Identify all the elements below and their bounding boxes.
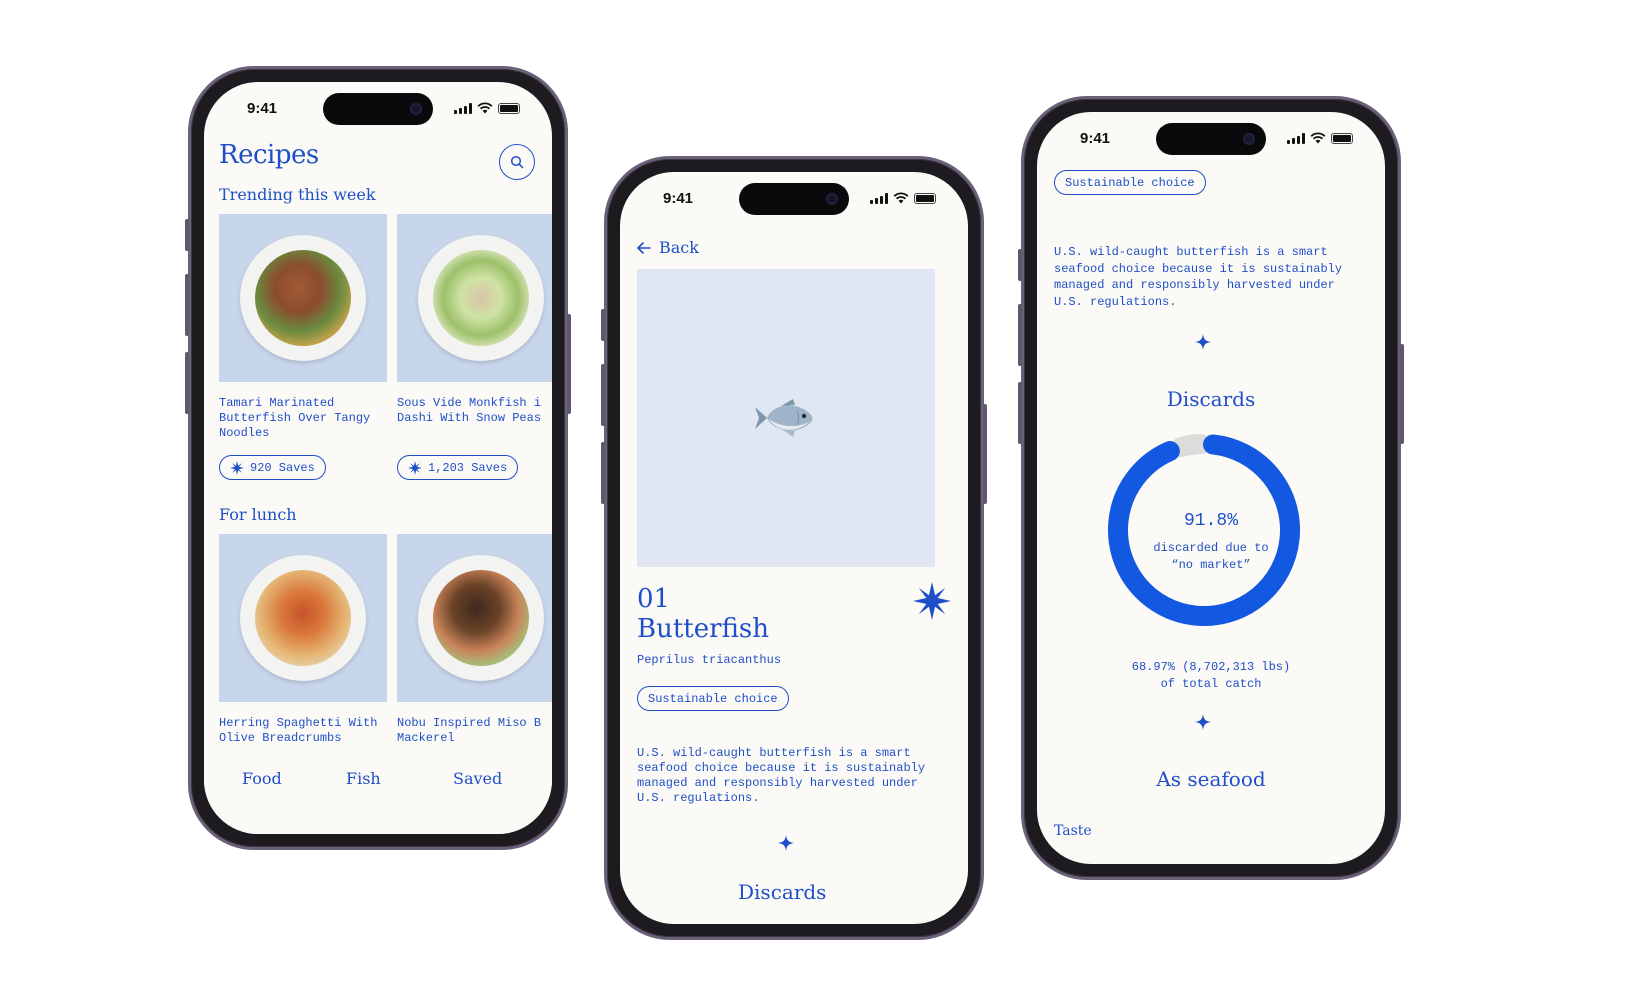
total-catch: 68.97% (8,702,313 lbs) of total catch	[1037, 659, 1385, 693]
section-heading-lunch: For lunch	[219, 505, 297, 524]
battery-icon	[1331, 132, 1353, 144]
discard-percent: 91.8%	[1183, 511, 1238, 531]
recipe-name: Herring Spaghetti With Olive Breadcrumbs	[219, 716, 378, 745]
wifi-icon	[893, 192, 909, 204]
battery-icon	[914, 192, 936, 204]
dynamic-island	[1156, 123, 1266, 155]
section-heading-trending: Trending this week	[219, 185, 376, 204]
recipe-card[interactable]: Tamari Marinated Butterfish Over Tangy N…	[219, 214, 387, 441]
discards-screen: 9:41 Sustainable choice U.S. wild-caught…	[1037, 112, 1385, 864]
arrow-left-icon	[637, 241, 651, 254]
recipe-card[interactable]: Herring Spaghetti With Olive Breadcrumbs	[219, 534, 387, 746]
phone-discards: 9:41 Sustainable choice U.S. wild-caught…	[1018, 96, 1404, 880]
discards-heading-partial: Discards	[738, 880, 827, 904]
fish-description: U.S. wild-caught butterfish is a smart s…	[637, 746, 926, 805]
dynamic-island	[323, 93, 433, 125]
phone-fish-detail: 9:41 Back 01 Butterfish Peprilus triacan…	[601, 156, 987, 940]
starburst-icon	[408, 460, 422, 475]
saves-button[interactable]: 1,203 Saves	[397, 455, 519, 480]
fish-description: U.S. wild-caught butterfish is a smart s…	[1054, 245, 1343, 309]
tab-food[interactable]: Food	[242, 769, 282, 788]
phone-recipes: 9:41 Recipes Trending this week Tamari M…	[185, 66, 571, 850]
search-icon	[510, 155, 524, 169]
saves-count: 1,203 Saves	[428, 460, 508, 475]
sustainable-badge: Sustainable choice	[1054, 170, 1206, 195]
fish-name: Butterfish	[637, 614, 769, 644]
signal-icon	[870, 192, 888, 204]
discard-caption-line-2: “no market”	[1171, 558, 1251, 572]
sparkle-icon	[1195, 334, 1211, 350]
tab-fish[interactable]: Fish	[346, 769, 381, 788]
status-time: 9:41	[663, 190, 694, 207]
sustainable-badge: Sustainable choice	[637, 686, 789, 711]
discard-caption-line-1: discarded due to	[1153, 541, 1269, 555]
status-time: 9:41	[247, 100, 278, 117]
saves-count: 920 Saves	[250, 460, 315, 475]
discard-caption: discarded due to “no market”	[1037, 540, 1385, 574]
recipe-image	[397, 534, 552, 702]
search-button[interactable]	[499, 144, 535, 180]
page-title: Recipes	[219, 140, 319, 170]
back-button[interactable]: Back	[637, 238, 699, 257]
discards-heading: Discards	[1166, 387, 1256, 411]
tab-bar: Food Fish Saved	[204, 754, 552, 834]
status-icons	[454, 102, 520, 114]
recipe-image	[219, 214, 387, 382]
recipe-name: Nobu Inspired Miso B Mackerel	[397, 716, 542, 745]
recipe-card[interactable]: Sous Vide Monkfish i Dashi With Snow Pea…	[397, 214, 552, 426]
battery-icon	[498, 102, 520, 114]
recipe-name: Sous Vide Monkfish i Dashi With Snow Pea…	[397, 396, 542, 425]
saves-button[interactable]: 920 Saves	[219, 455, 326, 480]
sparkle-icon	[1195, 714, 1211, 730]
total-catch-line-1: 68.97% (8,702,313 lbs)	[1131, 660, 1291, 674]
starburst-icon	[913, 582, 951, 620]
starburst-icon	[230, 460, 244, 475]
recipe-card[interactable]: Nobu Inspired Miso B Mackerel	[397, 534, 552, 746]
wifi-icon	[477, 102, 493, 114]
signal-icon	[454, 102, 472, 114]
status-icons	[1287, 132, 1353, 144]
tab-saved[interactable]: Saved	[453, 769, 502, 788]
status-time: 9:41	[1080, 130, 1111, 147]
fish-image	[637, 269, 935, 567]
fish-detail-screen: 9:41 Back 01 Butterfish Peprilus triacan…	[620, 172, 968, 924]
back-label: Back	[659, 238, 699, 257]
recipe-name: Tamari Marinated Butterfish Over Tangy N…	[219, 396, 371, 440]
butterfish-illustration	[755, 399, 813, 437]
taste-label: Taste	[1054, 823, 1092, 839]
recipe-image	[397, 214, 552, 382]
signal-icon	[1287, 132, 1305, 144]
status-icons	[870, 192, 936, 204]
sparkle-icon	[778, 835, 794, 851]
recipe-image	[219, 534, 387, 702]
wifi-icon	[1310, 132, 1326, 144]
fish-number: 01	[637, 584, 671, 614]
dynamic-island	[739, 183, 849, 215]
scientific-name: Peprilus triacanthus	[637, 653, 782, 667]
as-seafood-heading: As seafood	[1156, 767, 1266, 791]
recipes-screen: 9:41 Recipes Trending this week Tamari M…	[204, 82, 552, 834]
total-catch-line-2: of total catch	[1160, 677, 1262, 691]
